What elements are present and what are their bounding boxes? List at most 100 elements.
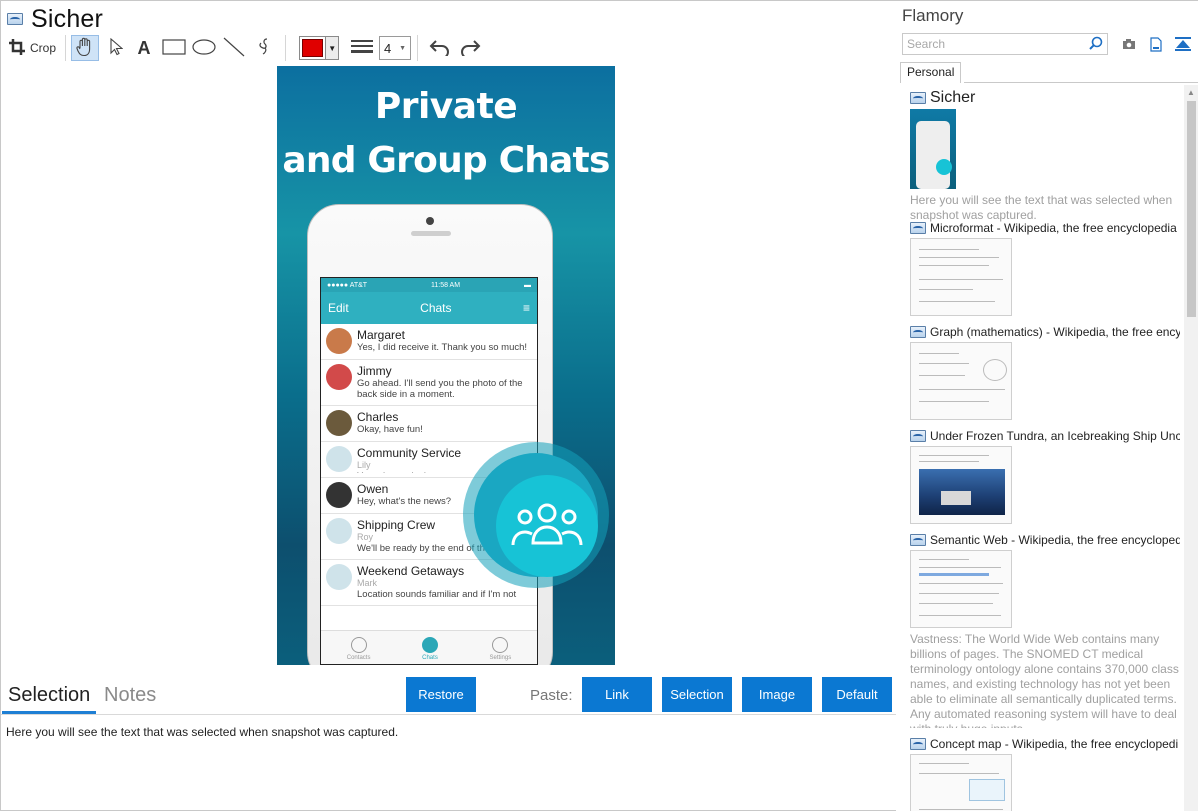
phone-speaker <box>411 231 451 236</box>
line-style-button[interactable] <box>349 35 375 61</box>
rectangle-tool-button[interactable] <box>161 35 187 61</box>
text-tool-button[interactable]: A <box>131 35 157 61</box>
select-tool-button[interactable] <box>103 35 129 61</box>
undo-button[interactable] <box>427 35 453 61</box>
phone-camera <box>426 217 434 225</box>
chevron-down-icon: ▼ <box>399 44 407 52</box>
pointer-icon <box>109 37 124 59</box>
entry-title: Under Frozen Tundra, an Icebreaking Ship… <box>930 429 1180 443</box>
snapshot-icon <box>910 222 926 234</box>
list-item[interactable]: Under Frozen Tundra, an Icebreaking Ship… <box>910 429 1180 524</box>
ellipse-icon <box>192 38 216 58</box>
chat-message: Okay, have fun! <box>357 424 423 435</box>
line-width-select[interactable]: 4 ▼ <box>379 36 412 60</box>
chat-name: Owen <box>357 482 389 496</box>
toolbar-divider <box>285 35 287 61</box>
entry-thumbnail <box>910 550 1012 628</box>
chat-row: Jimmy Go ahead. I'll send you the photo o… <box>321 360 537 406</box>
chat-message: Go ahead. I'll send you the photo of the… <box>357 378 523 400</box>
crop-button[interactable]: Crop <box>5 35 60 61</box>
avatar <box>326 518 352 544</box>
entry-title: Sicher <box>930 89 976 106</box>
snapshot-icon <box>910 326 926 338</box>
tab-personal[interactable]: Personal <box>900 62 962 83</box>
paste-selection-button[interactable]: Selection <box>662 677 732 712</box>
chat-message: Yes, please do :) <box>357 471 461 473</box>
list-scrollbar[interactable]: ▲ <box>1184 85 1198 811</box>
snapshot-icon <box>910 430 926 442</box>
chat-message: Yes, I did receive it. Thank you so much… <box>357 342 528 353</box>
avatar <box>326 410 352 436</box>
chat-name: Margaret <box>357 328 406 342</box>
line-width-icon <box>351 39 374 58</box>
avatar <box>326 328 352 354</box>
tab-divider <box>964 82 1198 83</box>
chat-name: Community Service <box>357 446 462 460</box>
list-item[interactable]: Semantic Web - Wikipedia, the free encyc… <box>910 533 1180 728</box>
paste-default-button[interactable]: Default <box>822 677 892 712</box>
chat-name: Jimmy <box>357 364 392 378</box>
line-tool-button[interactable] <box>221 35 247 61</box>
search-input[interactable]: Search <box>902 33 1108 55</box>
line-icon <box>223 37 245 60</box>
restore-button[interactable]: Restore <box>406 677 476 712</box>
tab-selection[interactable]: Selection <box>2 684 97 714</box>
entry-title: Graph (mathematics) - Wikipedia, the fre… <box>930 325 1180 339</box>
battery-icon: ▬ <box>523 281 531 289</box>
carrier-label: ●●●●● AT&T <box>327 281 368 289</box>
list-item[interactable]: Microformat - Wikipedia, the free encycl… <box>910 221 1180 316</box>
entry-description: Vastness: The World Wide Web contains ma… <box>910 632 1179 728</box>
flamory-panel: Flamory Search Personal Sicher Here you … <box>896 1 1198 811</box>
list-item[interactable]: Concept map - Wikipedia, the free encycl… <box>910 737 1180 811</box>
app-window: Sicher Crop A ▼ 4 ▼ Private and Group Ch… <box>0 0 1198 811</box>
list-item[interactable]: Graph (mathematics) - Wikipedia, the fre… <box>910 325 1180 420</box>
hand-icon <box>76 37 94 60</box>
rectangle-icon <box>162 38 186 58</box>
chevron-down-icon: ▼ <box>325 37 339 59</box>
avatar <box>326 364 352 390</box>
phone-status-bar: ●●●●● AT&T 11:58 AM ▬ <box>321 278 537 292</box>
entry-thumbnail <box>910 754 1012 811</box>
chat-text: Jimmy Go ahead. I'll send you the photo o… <box>357 364 532 401</box>
toolbar-divider <box>417 35 419 61</box>
snapshot-icon <box>7 13 23 25</box>
paste-link-button[interactable]: Link <box>582 677 652 712</box>
freehand-tool-button[interactable] <box>251 35 277 61</box>
snapshot-image: Private and Group Chats ●●●●● AT&T 11:58… <box>277 66 615 665</box>
avatar <box>326 564 352 590</box>
document-icon[interactable] <box>1148 36 1164 52</box>
editor-panel: Sicher Crop A ▼ 4 ▼ Private and Group Ch… <box>1 1 896 811</box>
group-icon <box>510 499 584 554</box>
entry-thumbnail <box>910 109 956 189</box>
chat-text: Community ServiceLilyYes, please do :) <box>357 446 461 473</box>
color-picker[interactable]: ▼ <box>299 36 340 60</box>
entry-description: Here you will see the text that was sele… <box>910 193 1173 222</box>
hand-tool-button[interactable] <box>71 35 100 61</box>
list-item[interactable]: Sicher Here you will see the text that w… <box>910 89 1180 223</box>
edit-label: Edit <box>328 301 349 315</box>
tab-notes[interactable]: Notes <box>104 684 156 707</box>
chat-sender: Lily <box>357 460 371 470</box>
chat-message: Hey, what's the news? <box>357 496 452 507</box>
redo-button[interactable] <box>457 35 483 61</box>
line-width-value: 4 <box>384 40 392 56</box>
search-icon[interactable] <box>1089 36 1103 53</box>
contacts-tab-label: Contacts <box>346 655 371 661</box>
camera-icon[interactable] <box>1121 36 1137 52</box>
entry-thumbnail <box>910 238 1012 316</box>
paste-image-button[interactable]: Image <box>742 677 812 712</box>
image-headline-1: Private <box>374 86 518 127</box>
undo-icon <box>429 38 451 59</box>
settings-tab: Settings <box>490 637 511 661</box>
phone-nav-bar: Edit Chats ≡ <box>321 292 537 324</box>
selection-text: Here you will see the text that was sele… <box>6 725 399 739</box>
scrollbar-thumb[interactable] <box>1187 101 1196 317</box>
crop-label: Crop <box>30 41 57 55</box>
collapse-icon[interactable] <box>1175 36 1191 52</box>
crop-icon <box>9 38 25 58</box>
chevron-up-icon[interactable]: ▲ <box>1187 88 1195 97</box>
chat-row: Charles Okay, have fun! <box>321 406 537 442</box>
snapshot-icon <box>910 738 926 750</box>
ellipse-tool-button[interactable] <box>191 35 217 61</box>
group-chat-badge <box>463 442 609 588</box>
